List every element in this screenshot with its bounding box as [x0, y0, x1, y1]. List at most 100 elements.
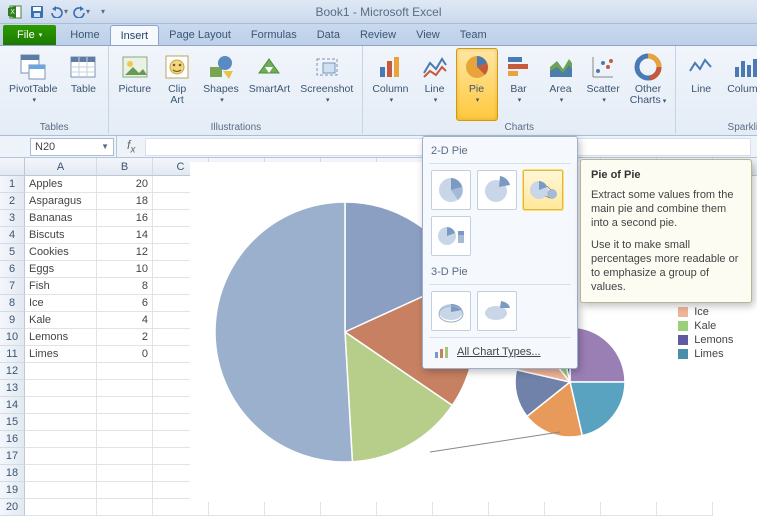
- scatter-chart-button[interactable]: Scatter▾: [582, 48, 625, 121]
- row-header[interactable]: 13: [0, 380, 25, 397]
- pie-option-pie-of-pie[interactable]: [523, 170, 563, 210]
- cell[interactable]: [25, 397, 97, 414]
- select-all-corner[interactable]: [0, 158, 25, 175]
- cell[interactable]: 2: [97, 329, 153, 346]
- pivot-table-button[interactable]: PivotTable▾: [4, 48, 62, 121]
- column-chart-button[interactable]: Column▾: [367, 48, 413, 121]
- pie-chart-button[interactable]: Pie▾: [456, 48, 498, 121]
- cell[interactable]: Ice: [25, 295, 97, 312]
- cell[interactable]: [25, 448, 97, 465]
- row-header[interactable]: 17: [0, 448, 25, 465]
- pie-option-2d-exploded[interactable]: [477, 170, 517, 210]
- cell[interactable]: 0: [97, 346, 153, 363]
- row-header[interactable]: 20: [0, 499, 25, 516]
- qat-more-icon[interactable]: ▾: [94, 3, 112, 21]
- row-header[interactable]: 14: [0, 397, 25, 414]
- clip-art-button[interactable]: ClipArt: [156, 48, 198, 121]
- tab-data[interactable]: Data: [307, 25, 350, 45]
- tab-file[interactable]: File▾: [3, 25, 56, 45]
- picture-button[interactable]: Picture: [113, 48, 156, 121]
- row-header[interactable]: 19: [0, 482, 25, 499]
- sparkline-line-button[interactable]: Line: [680, 48, 722, 121]
- cell[interactable]: Apples: [25, 176, 97, 193]
- row-header[interactable]: 8: [0, 295, 25, 312]
- save-icon[interactable]: [28, 3, 46, 21]
- cell[interactable]: 14: [97, 227, 153, 244]
- cell[interactable]: [97, 499, 153, 516]
- pie-option-3d-pie[interactable]: [431, 291, 471, 331]
- row-header[interactable]: 2: [0, 193, 25, 210]
- pie-option-2d-pie[interactable]: [431, 170, 471, 210]
- all-chart-types-link[interactable]: All Chart Types...: [429, 338, 571, 364]
- cell[interactable]: [97, 431, 153, 448]
- pie-option-bar-of-pie[interactable]: [431, 216, 471, 256]
- tab-page-layout[interactable]: Page Layout: [159, 25, 241, 45]
- name-box[interactable]: N20▼: [30, 138, 114, 156]
- area-chart-button[interactable]: Area▾: [540, 48, 582, 121]
- row-header[interactable]: 6: [0, 261, 25, 278]
- sparkline-column-button[interactable]: Column: [722, 48, 757, 121]
- table-button[interactable]: Table: [62, 48, 104, 121]
- cell[interactable]: [97, 397, 153, 414]
- column-header[interactable]: B: [97, 158, 153, 175]
- cell[interactable]: [97, 482, 153, 499]
- row-header[interactable]: 16: [0, 431, 25, 448]
- row-header[interactable]: 9: [0, 312, 25, 329]
- row-header[interactable]: 18: [0, 465, 25, 482]
- cell[interactable]: [97, 448, 153, 465]
- tab-review[interactable]: Review: [350, 25, 406, 45]
- other-charts-button[interactable]: OtherCharts▾: [625, 48, 671, 121]
- cell[interactable]: Eggs: [25, 261, 97, 278]
- tab-formulas[interactable]: Formulas: [241, 25, 307, 45]
- row-header[interactable]: 12: [0, 363, 25, 380]
- cell[interactable]: Cookies: [25, 244, 97, 261]
- row-header[interactable]: 4: [0, 227, 25, 244]
- tab-insert[interactable]: Insert: [110, 25, 160, 45]
- excel-menu-icon[interactable]: X: [6, 3, 24, 21]
- row-header[interactable]: 1: [0, 176, 25, 193]
- column-header[interactable]: A: [25, 158, 97, 175]
- cell[interactable]: Limes: [25, 346, 97, 363]
- fx-icon[interactable]: fx: [127, 138, 135, 155]
- cell[interactable]: 20: [97, 176, 153, 193]
- cell[interactable]: [25, 465, 97, 482]
- row-header[interactable]: 3: [0, 210, 25, 227]
- cell[interactable]: Lemons: [25, 329, 97, 346]
- cell[interactable]: 10: [97, 261, 153, 278]
- cell[interactable]: Asparagus: [25, 193, 97, 210]
- cell[interactable]: 16: [97, 210, 153, 227]
- bar-chart-button[interactable]: Bar▾: [498, 48, 540, 121]
- undo-icon[interactable]: ▾: [50, 3, 68, 21]
- cell[interactable]: [97, 414, 153, 431]
- shapes-button[interactable]: Shapes▾: [198, 48, 244, 121]
- cell[interactable]: [97, 380, 153, 397]
- redo-icon[interactable]: ▾: [72, 3, 90, 21]
- cell[interactable]: 12: [97, 244, 153, 261]
- cell[interactable]: Biscuts: [25, 227, 97, 244]
- cell[interactable]: 6: [97, 295, 153, 312]
- pie-option-3d-exploded[interactable]: [477, 291, 517, 331]
- cell[interactable]: [25, 414, 97, 431]
- cell[interactable]: Bananas: [25, 210, 97, 227]
- tab-view[interactable]: View: [406, 25, 450, 45]
- cell[interactable]: [25, 363, 97, 380]
- row-header[interactable]: 11: [0, 346, 25, 363]
- row-header[interactable]: 5: [0, 244, 25, 261]
- cell[interactable]: 4: [97, 312, 153, 329]
- tab-team[interactable]: Team: [450, 25, 497, 45]
- row-header[interactable]: 10: [0, 329, 25, 346]
- line-chart-button[interactable]: Line▾: [414, 48, 456, 121]
- row-header[interactable]: 7: [0, 278, 25, 295]
- cell[interactable]: 8: [97, 278, 153, 295]
- tab-home[interactable]: Home: [60, 25, 109, 45]
- cell[interactable]: Fish: [25, 278, 97, 295]
- cell[interactable]: [25, 380, 97, 397]
- cell[interactable]: [25, 482, 97, 499]
- cell[interactable]: [97, 363, 153, 380]
- cell[interactable]: [25, 499, 97, 516]
- screenshot-button[interactable]: Screenshot▾: [295, 48, 358, 121]
- cell[interactable]: Kale: [25, 312, 97, 329]
- cell[interactable]: 18: [97, 193, 153, 210]
- smartart-button[interactable]: SmartArt: [244, 48, 295, 121]
- row-header[interactable]: 15: [0, 414, 25, 431]
